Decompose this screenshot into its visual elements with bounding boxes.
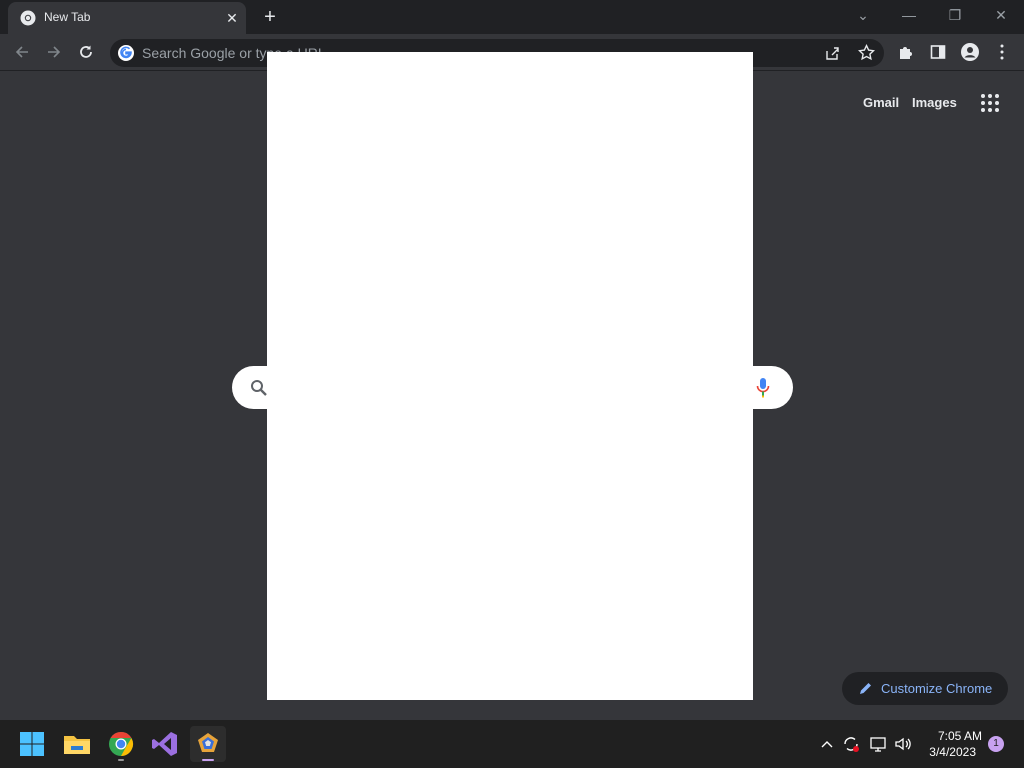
back-button[interactable] — [8, 38, 36, 66]
volume-icon — [895, 737, 911, 751]
windows-start-icon — [20, 732, 44, 756]
app-pentagon-icon — [198, 733, 218, 761]
customize-chrome-label: Customize Chrome — [881, 681, 993, 696]
star-icon — [857, 43, 876, 61]
google-g-icon — [118, 45, 134, 61]
gmail-link[interactable]: Gmail — [863, 95, 899, 110]
tab-title: New Tab — [44, 10, 91, 24]
back-icon — [15, 46, 28, 58]
close-window-button[interactable]: ✕ — [978, 0, 1024, 30]
pencil-icon — [860, 683, 871, 694]
tab-new-tab[interactable]: New Tab ✕ — [8, 2, 246, 34]
volume-button[interactable] — [893, 734, 913, 754]
new-tab-button[interactable]: + — [258, 5, 282, 29]
apps-grid-icon — [981, 94, 999, 112]
profile-button[interactable] — [956, 38, 984, 66]
profile-icon — [961, 43, 979, 61]
network-icon — [870, 737, 886, 752]
file-explorer-button[interactable] — [59, 726, 95, 762]
reload-button[interactable] — [72, 38, 100, 66]
share-icon — [826, 47, 839, 60]
tab-close-icon[interactable]: ✕ — [222, 8, 242, 28]
blank-overlay-panel — [267, 52, 753, 700]
side-panel-button[interactable] — [924, 38, 952, 66]
clock-date[interactable]: 3/4/2023 — [920, 745, 976, 759]
taskbar: 7:05 AM 3/4/2023 1 — [0, 720, 1024, 768]
tab-strip: New Tab ✕ + ⌄ — ❐ ✕ — [0, 0, 1024, 34]
chrome-icon — [20, 10, 36, 26]
chrome-taskbar-icon — [109, 732, 134, 761]
extensions-icon — [900, 47, 912, 59]
forward-button[interactable] — [40, 38, 68, 66]
customize-chrome-button[interactable]: Customize Chrome — [842, 672, 1008, 705]
network-button[interactable] — [868, 734, 888, 754]
chevron-up-icon — [821, 741, 833, 748]
forward-icon — [48, 46, 61, 58]
chrome-taskbar-button[interactable] — [103, 726, 139, 762]
reload-icon — [80, 45, 92, 58]
show-hidden-icons-button[interactable] — [817, 734, 837, 754]
file-explorer-icon — [64, 736, 90, 754]
app-pentagon-button[interactable] — [190, 726, 226, 762]
start-button[interactable] — [14, 726, 50, 762]
chrome-menu-button[interactable] — [988, 38, 1016, 66]
restore-button[interactable]: ❐ — [932, 0, 978, 30]
mic-icon[interactable] — [755, 377, 771, 399]
bookmark-button[interactable] — [857, 43, 876, 66]
notification-badge[interactable]: 1 — [988, 736, 1004, 752]
clock-time[interactable]: 7:05 AM — [926, 729, 982, 743]
sync-status-button[interactable] — [841, 734, 861, 754]
share-button[interactable] — [824, 45, 840, 66]
menu-icon — [1000, 44, 1004, 60]
visual-studio-icon — [152, 732, 177, 756]
tab-search-button[interactable]: ⌄ — [840, 0, 886, 30]
images-link[interactable]: Images — [912, 95, 957, 110]
visual-studio-button[interactable] — [147, 726, 183, 762]
side-panel-icon — [930, 45, 946, 59]
google-apps-button[interactable] — [978, 91, 1002, 115]
sync-icon — [844, 737, 859, 752]
extensions-button[interactable] — [892, 38, 920, 66]
search-icon — [251, 380, 267, 396]
minimize-button[interactable]: — — [886, 0, 932, 30]
